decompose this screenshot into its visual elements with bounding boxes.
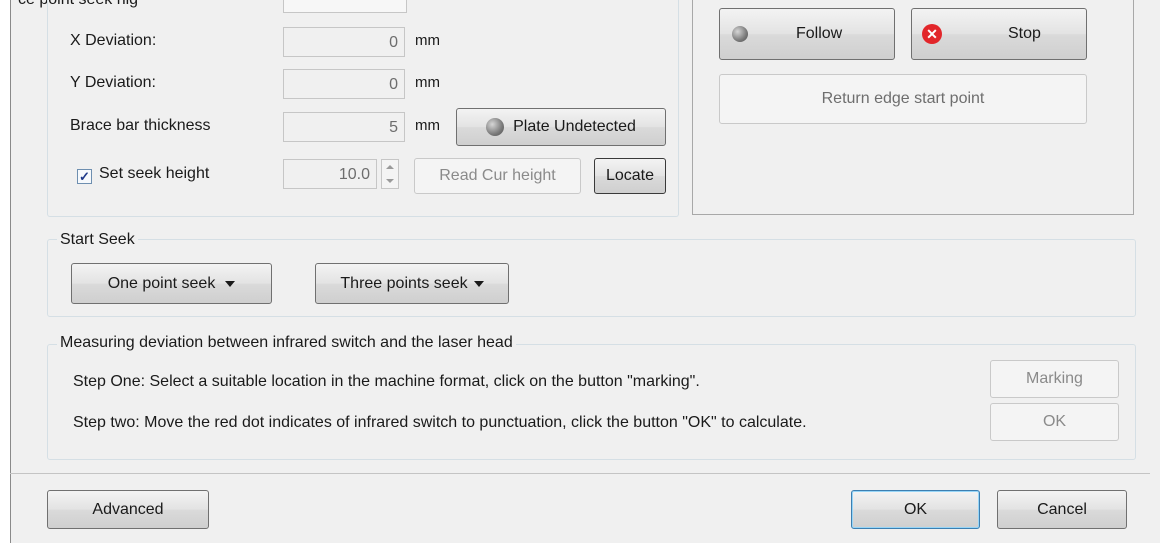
x-deviation-field[interactable]: 0	[283, 27, 405, 57]
stop-button[interactable]: ✕ Stop	[911, 8, 1087, 60]
one-point-seek-label: One point seek	[107, 274, 216, 292]
plate-undetected-button[interactable]: Plate Undetected	[456, 108, 666, 146]
measuring-group	[47, 344, 1136, 460]
y-deviation-label: Y Deviation:	[70, 74, 156, 91]
x-deviation-label: X Deviation:	[70, 32, 157, 49]
dropdown-caret-icon	[225, 280, 236, 287]
three-points-seek-button[interactable]: Three points seek	[315, 263, 509, 304]
brace-thickness-unit: mm	[415, 117, 440, 134]
gray-led-icon	[732, 26, 748, 42]
measure-ok-button[interactable]: OK	[990, 403, 1119, 441]
ok-button[interactable]: OK	[851, 490, 980, 529]
spin-down-icon[interactable]	[382, 174, 398, 188]
step-one-text: Step One: Select a suitable location in …	[73, 373, 700, 390]
follow-button[interactable]: Follow	[719, 8, 895, 60]
y-deviation-unit: mm	[415, 74, 440, 91]
plate-undetected-label: Plate Undetected	[513, 118, 636, 135]
footer-separator	[10, 473, 1150, 474]
seek-height-spinner[interactable]	[381, 159, 399, 189]
return-edge-start-button[interactable]: Return edge start point	[719, 74, 1087, 124]
three-points-seek-label: Three points seek	[340, 274, 468, 292]
seek-height-field[interactable]: 10.0	[283, 159, 377, 189]
dropdown-caret-icon	[473, 280, 484, 287]
follow-label: Follow	[796, 25, 843, 42]
x-deviation-unit: mm	[415, 32, 440, 49]
spin-up-icon[interactable]	[382, 160, 398, 174]
stop-x-icon: ✕	[922, 24, 942, 44]
step-two-text: Step two: Move the red dot indicates of …	[73, 414, 807, 431]
set-seek-height-label: Set seek height	[99, 165, 210, 182]
brace-thickness-field[interactable]: 5	[283, 112, 405, 142]
one-point-seek-button[interactable]: One point seek	[71, 263, 272, 304]
brace-thickness-label: Brace bar thickness	[70, 117, 211, 134]
read-cur-height-button[interactable]: Read Cur height	[414, 158, 581, 194]
start-seek-title: Start Seek	[57, 231, 138, 249]
marking-button[interactable]: Marking	[990, 360, 1119, 398]
measuring-title: Measuring deviation between infrared swi…	[57, 334, 516, 352]
cancel-button[interactable]: Cancel	[997, 490, 1127, 529]
y-deviation-field[interactable]: 0	[283, 69, 405, 99]
advanced-button[interactable]: Advanced	[47, 490, 209, 529]
set-seek-height-checkbox[interactable]: ✓	[77, 169, 92, 184]
stop-label: Stop	[1008, 25, 1041, 42]
gray-led-icon	[486, 118, 505, 136]
locate-button[interactable]: Locate	[594, 158, 666, 194]
